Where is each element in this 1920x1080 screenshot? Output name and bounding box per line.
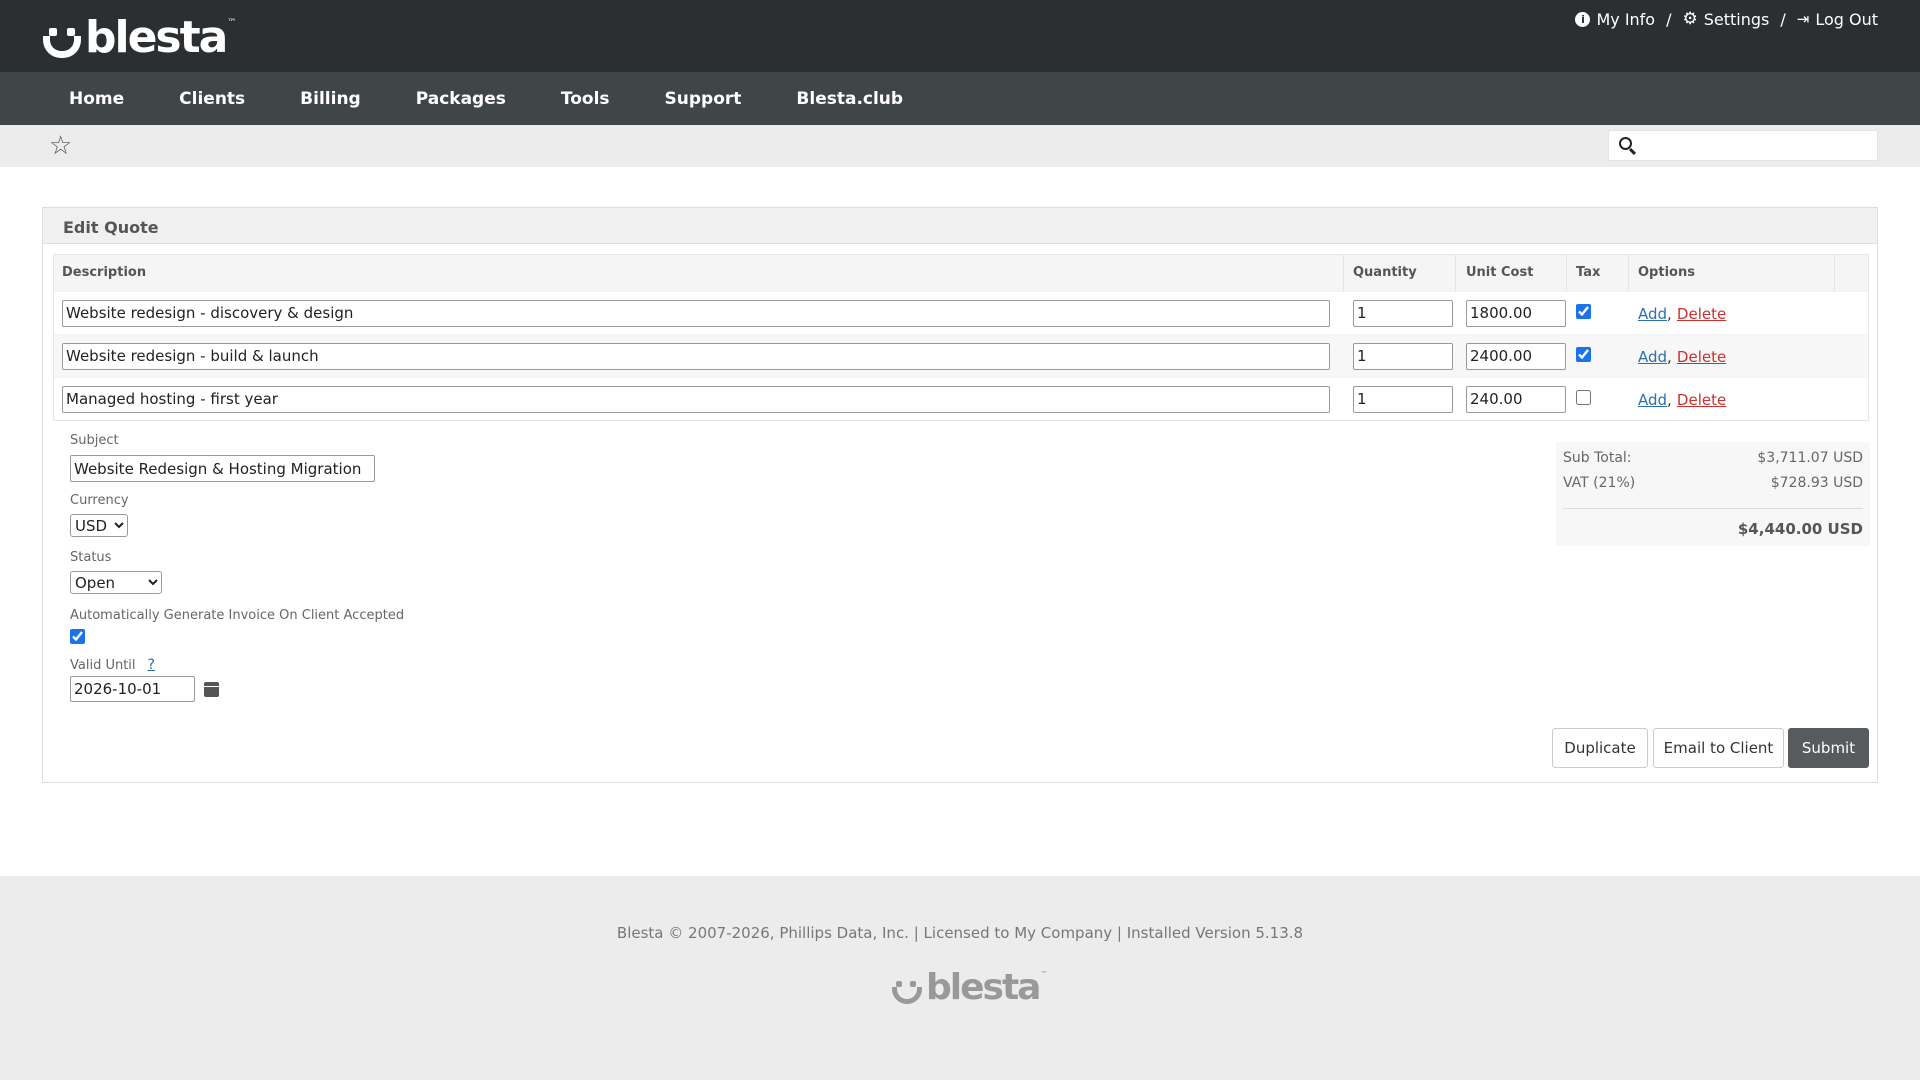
auto-invoice-checkbox[interactable] xyxy=(70,629,85,644)
search-icon[interactable] xyxy=(1619,137,1632,150)
info-icon: i xyxy=(1575,11,1591,27)
status-select[interactable]: Open xyxy=(70,571,162,594)
line-items-table: Description Quantity Unit Cost Tax Optio… xyxy=(53,254,1869,421)
add-line-link[interactable]: Add xyxy=(1638,391,1667,409)
link-separator: / xyxy=(1666,9,1672,29)
auto-invoice-label: Automatically Generate Invoice On Client… xyxy=(70,608,405,623)
logo-smile-icon xyxy=(890,976,922,1006)
settings-link[interactable]: ⚙ Settings xyxy=(1682,9,1769,29)
calendar-icon[interactable] xyxy=(204,682,219,697)
panel-title: Edit Quote xyxy=(43,208,1877,244)
footer-logo-trademark: ™ xyxy=(1040,970,1048,978)
description-input[interactable] xyxy=(62,385,1330,413)
footer-logo-text: blesta xyxy=(926,967,1041,1008)
footer-logo[interactable]: blesta ™ xyxy=(890,966,1047,1006)
nav-item-tools[interactable]: Tools xyxy=(561,89,610,109)
nav-item-clients[interactable]: Clients xyxy=(179,89,245,109)
log-out-link[interactable]: ⇥ Log Out xyxy=(1797,10,1878,29)
settings-label: Settings xyxy=(1703,9,1770,29)
main-nav: Home Clients Billing Packages Tools Supp… xyxy=(0,72,1920,125)
tax-checkbox[interactable] xyxy=(1576,389,1591,405)
quantity-input[interactable] xyxy=(1353,342,1453,370)
footer: Blesta © 2007-2026, Phillips Data, Inc. … xyxy=(0,876,1920,1080)
subtotal-value: $3,711.07 USD xyxy=(1757,450,1863,466)
table-row: Add, Delete xyxy=(54,334,1868,377)
nav-item-packages[interactable]: Packages xyxy=(416,89,506,109)
logo-trademark: ™ xyxy=(227,18,237,28)
star-icon[interactable]: ☆ xyxy=(49,133,72,159)
account-links: i My Info / ⚙ Settings / ⇥ Log Out xyxy=(1575,9,1878,29)
sign-out-icon: ⇥ xyxy=(1796,10,1810,28)
tax-row: VAT (21%) $728.93 USD xyxy=(1563,471,1863,496)
valid-until-label: Valid Until xyxy=(70,658,136,673)
log-out-label: Log Out xyxy=(1815,9,1878,29)
footer-text: Blesta © 2007-2026, Phillips Data, Inc. … xyxy=(616,924,1304,942)
my-info-link[interactable]: i My Info xyxy=(1575,10,1655,29)
totals-box: Sub Total: $3,711.07 USD VAT (21%) $728.… xyxy=(1556,442,1870,546)
quantity-input[interactable] xyxy=(1353,299,1453,327)
subtotal-label: Sub Total: xyxy=(1563,450,1632,466)
delete-line-link[interactable]: Delete xyxy=(1677,348,1726,366)
total-value: $4,440.00 USD xyxy=(1737,520,1863,538)
blesta-logo[interactable]: blesta ™ xyxy=(41,14,236,60)
quantity-input[interactable] xyxy=(1353,385,1453,413)
currency-label: Currency xyxy=(70,493,129,508)
delete-line-link[interactable]: Delete xyxy=(1677,305,1726,323)
description-input[interactable] xyxy=(62,342,1330,370)
column-header-options: Options xyxy=(1629,255,1835,291)
status-label: Status xyxy=(70,550,112,565)
unit-cost-input[interactable] xyxy=(1466,299,1566,327)
sub-bar: ☆ xyxy=(0,125,1920,167)
tax-label: VAT (21%) xyxy=(1563,475,1636,491)
delete-line-link[interactable]: Delete xyxy=(1677,391,1726,409)
subtotal-row: Sub Total: $3,711.07 USD xyxy=(1563,446,1863,471)
valid-until-label-row: Valid Until? xyxy=(70,654,155,673)
link-separator: / xyxy=(1780,9,1786,29)
options-comma: , xyxy=(1667,304,1672,323)
options-comma: , xyxy=(1667,347,1672,366)
table-row: Add, Delete xyxy=(54,377,1868,420)
options-comma: , xyxy=(1667,390,1672,409)
totals-divider xyxy=(1563,508,1863,509)
submit-button[interactable]: Submit xyxy=(1788,728,1869,768)
edit-quote-panel: Edit Quote Description Quantity Unit Cos… xyxy=(42,207,1878,783)
table-row: Add, Delete xyxy=(54,291,1868,334)
tax-checkbox[interactable] xyxy=(1576,303,1591,319)
column-header-quantity: Quantity xyxy=(1344,255,1456,291)
search-box xyxy=(1608,130,1878,161)
logo-smile-icon xyxy=(41,22,81,60)
unit-cost-input[interactable] xyxy=(1466,385,1566,413)
add-line-link[interactable]: Add xyxy=(1638,348,1667,366)
currency-select[interactable]: USD xyxy=(70,514,128,537)
table-header: Description Quantity Unit Cost Tax Optio… xyxy=(54,255,1868,291)
subject-label: Subject xyxy=(70,433,119,448)
duplicate-button[interactable]: Duplicate xyxy=(1552,728,1648,768)
column-header-tax: Tax xyxy=(1567,255,1629,291)
nav-item-support[interactable]: Support xyxy=(665,89,742,109)
column-header-description: Description xyxy=(54,255,1344,291)
unit-cost-input[interactable] xyxy=(1466,342,1566,370)
subject-input[interactable] xyxy=(70,455,375,482)
my-info-label: My Info xyxy=(1596,9,1656,29)
help-icon[interactable]: ? xyxy=(148,657,155,673)
tax-checkbox[interactable] xyxy=(1576,346,1591,362)
nav-item-blesta-club[interactable]: Blesta.club xyxy=(796,89,903,109)
gear-icon: ⚙ xyxy=(1682,9,1698,29)
description-input[interactable] xyxy=(62,299,1330,327)
logo-text: blesta xyxy=(85,12,228,63)
top-bar: blesta ™ i My Info / ⚙ Settings / ⇥ Log … xyxy=(0,0,1920,72)
tax-value: $728.93 USD xyxy=(1770,475,1863,491)
search-input[interactable] xyxy=(1641,131,1871,160)
nav-item-billing[interactable]: Billing xyxy=(300,89,361,109)
valid-until-input[interactable] xyxy=(70,676,195,702)
add-line-link[interactable]: Add xyxy=(1638,305,1667,323)
column-header-unit-cost: Unit Cost xyxy=(1456,255,1567,291)
nav-item-home[interactable]: Home xyxy=(69,89,124,109)
email-to-client-button[interactable]: Email to Client xyxy=(1653,728,1784,768)
